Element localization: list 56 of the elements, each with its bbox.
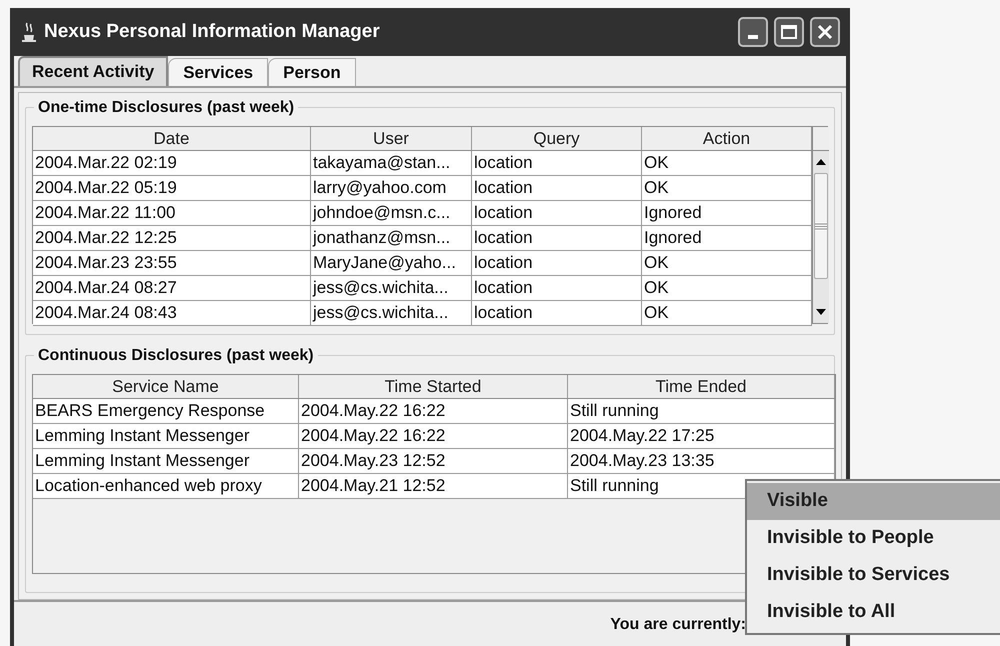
- table-cell: jess@cs.wichita...: [311, 301, 472, 325]
- table-cell: 2004.Mar.23 23:55: [33, 251, 311, 275]
- table-cell: 2004.Mar.22 12:25: [33, 226, 311, 250]
- table-cell: MaryJane@yaho...: [311, 251, 472, 275]
- table-cell: Still running: [568, 399, 835, 423]
- table-cell: Lemming Instant Messenger: [33, 424, 299, 448]
- menu-item[interactable]: Invisible to People: [747, 520, 1000, 557]
- table-cell: 2004.May.22 17:25: [568, 424, 835, 448]
- table-cell: BEARS Emergency Response: [33, 399, 299, 423]
- table-cell: 2004.Mar.22 11:00: [33, 201, 311, 225]
- menu-item[interactable]: Invisible to All: [747, 594, 1000, 631]
- table-cell: jess@cs.wichita...: [311, 276, 472, 300]
- table-cell: jonathanz@msn...: [311, 226, 472, 250]
- table-cell: 2004.May.22 16:22: [299, 424, 568, 448]
- table-cell: 2004.May.21 12:52: [299, 474, 568, 498]
- coffee-cup-icon: [20, 21, 38, 43]
- table-cell: location: [472, 276, 642, 300]
- table-cell: 2004.Mar.22 05:19: [33, 176, 311, 200]
- window-title: Nexus Personal Information Manager: [44, 20, 381, 44]
- close-icon: [817, 24, 833, 40]
- table-cell: location: [472, 176, 642, 200]
- table-cell: 2004.May.22 16:22: [299, 399, 568, 423]
- table-cell: johndoe@msn.c...: [311, 201, 472, 225]
- column-header[interactable]: Service Name: [33, 375, 299, 398]
- table-cell: 2004.May.23 13:35: [568, 449, 835, 473]
- table-cell: takayama@stan...: [311, 151, 472, 175]
- down-arrow-icon: [816, 309, 826, 315]
- tab[interactable]: Person: [268, 58, 356, 86]
- minimize-button[interactable]: [738, 17, 768, 47]
- table-cell: location: [472, 301, 642, 325]
- column-header[interactable]: Time Ended: [568, 375, 835, 398]
- table-cell: Lemming Instant Messenger: [33, 449, 299, 473]
- table-cell: 2004.Mar.24 08:43: [33, 301, 311, 325]
- table-cell: 2004.Mar.24 08:27: [33, 276, 311, 300]
- grip-icon: [815, 222, 827, 230]
- maximize-button[interactable]: [774, 17, 804, 47]
- status-label: You are currently:: [610, 615, 746, 635]
- close-button[interactable]: [810, 17, 840, 47]
- tab[interactable]: Recent Activity: [18, 56, 168, 86]
- column-header[interactable]: Time Started: [299, 375, 568, 398]
- column-header[interactable]: Query: [472, 127, 642, 150]
- column-header[interactable]: Date: [33, 127, 311, 150]
- up-arrow-icon: [816, 159, 826, 165]
- table-cell: location: [472, 251, 642, 275]
- table-cell: 2004.May.23 12:52: [299, 449, 568, 473]
- table-cell: larry@yahoo.com: [311, 176, 472, 200]
- tab[interactable]: Services: [168, 58, 268, 86]
- menu-item[interactable]: Visible: [747, 483, 1000, 520]
- table-cell: 2004.Mar.22 02:19: [33, 151, 311, 175]
- table-cell: location: [472, 226, 642, 250]
- table-cell: Location-enhanced web proxy: [33, 474, 299, 498]
- table-cell: location: [472, 201, 642, 225]
- column-header[interactable]: User: [311, 127, 472, 150]
- menu-item[interactable]: Invisible to Services: [747, 557, 1000, 594]
- table-cell: location: [472, 151, 642, 175]
- scrollbar-thumb[interactable]: [814, 173, 828, 279]
